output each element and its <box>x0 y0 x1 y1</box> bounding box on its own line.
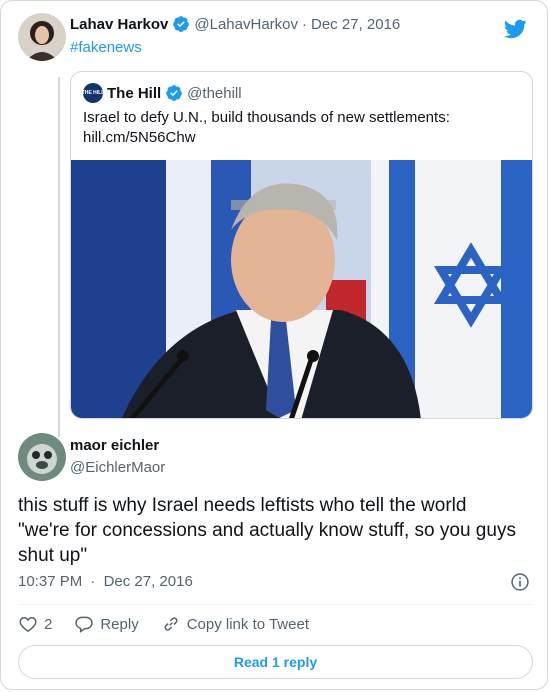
main-tweet-text: this stuff is why Israel needs leftists … <box>18 495 516 566</box>
hashtag-link[interactable]: #fakenews <box>70 39 142 56</box>
quoted-tweet-header: THE HILL The Hill @thehill <box>82 83 242 103</box>
parent-display-name[interactable]: Lahav Harkov <box>70 16 168 33</box>
info-icon[interactable] <box>510 572 530 592</box>
like-button[interactable]: 2 <box>18 614 52 634</box>
tweet-time[interactable]: 10:37 PM <box>18 573 82 590</box>
quoted-tweet-photo[interactable] <box>71 160 532 418</box>
link-icon <box>164 617 178 631</box>
copy-link-button[interactable]: Copy link to Tweet <box>161 614 309 634</box>
reply-bubble-icon <box>75 616 94 633</box>
separator-dot: · <box>302 15 307 33</box>
main-display-name[interactable]: maor eichler <box>70 437 159 454</box>
tweet-timestamp[interactable]: 10:37 PM · Dec 27, 2016 <box>18 573 193 590</box>
like-count: 2 <box>44 615 53 633</box>
quoted-handle[interactable]: @thehill <box>187 85 241 102</box>
separator-dot: · <box>90 573 96 590</box>
tweet-date[interactable]: Dec 27, 2016 <box>104 573 193 590</box>
thread-connector-line <box>58 77 60 437</box>
lahav-harkov-avatar[interactable] <box>18 13 66 61</box>
heart-icon <box>19 616 37 632</box>
maor-eichler-avatar[interactable] <box>18 433 66 481</box>
parent-handle[interactable]: @LahavHarkov <box>194 16 298 33</box>
divider <box>18 604 533 605</box>
reply-button[interactable]: Reply <box>74 614 139 634</box>
verified-badge-icon <box>173 16 190 32</box>
embedded-tweet-card: Lahav Harkov @LahavHarkov · Dec 27, 2016… <box>0 0 548 690</box>
twitter-bird-icon[interactable] <box>503 17 527 41</box>
parent-date[interactable]: Dec 27, 2016 <box>311 16 400 33</box>
main-handle[interactable]: @EichlerMaor <box>70 459 165 476</box>
quoted-display-name[interactable]: The Hill <box>107 85 161 102</box>
quoted-tweet-card[interactable]: THE HILL The Hill @thehill Israel to def… <box>70 71 533 419</box>
parent-tweet-header: Lahav Harkov @LahavHarkov · Dec 27, 2016 <box>70 15 400 33</box>
the-hill-avatar[interactable]: THE HILL <box>82 83 104 103</box>
verified-badge-icon <box>166 85 183 101</box>
quoted-tweet-text: Israel to defy U.N., build thousands of … <box>83 109 450 146</box>
copy-link-label: Copy link to Tweet <box>186 615 309 633</box>
reply-label: Reply <box>100 615 139 633</box>
read-replies-button[interactable]: Read 1 reply <box>18 645 533 679</box>
tweet-actions: 2 Reply Copy link to Tweet <box>18 613 331 635</box>
